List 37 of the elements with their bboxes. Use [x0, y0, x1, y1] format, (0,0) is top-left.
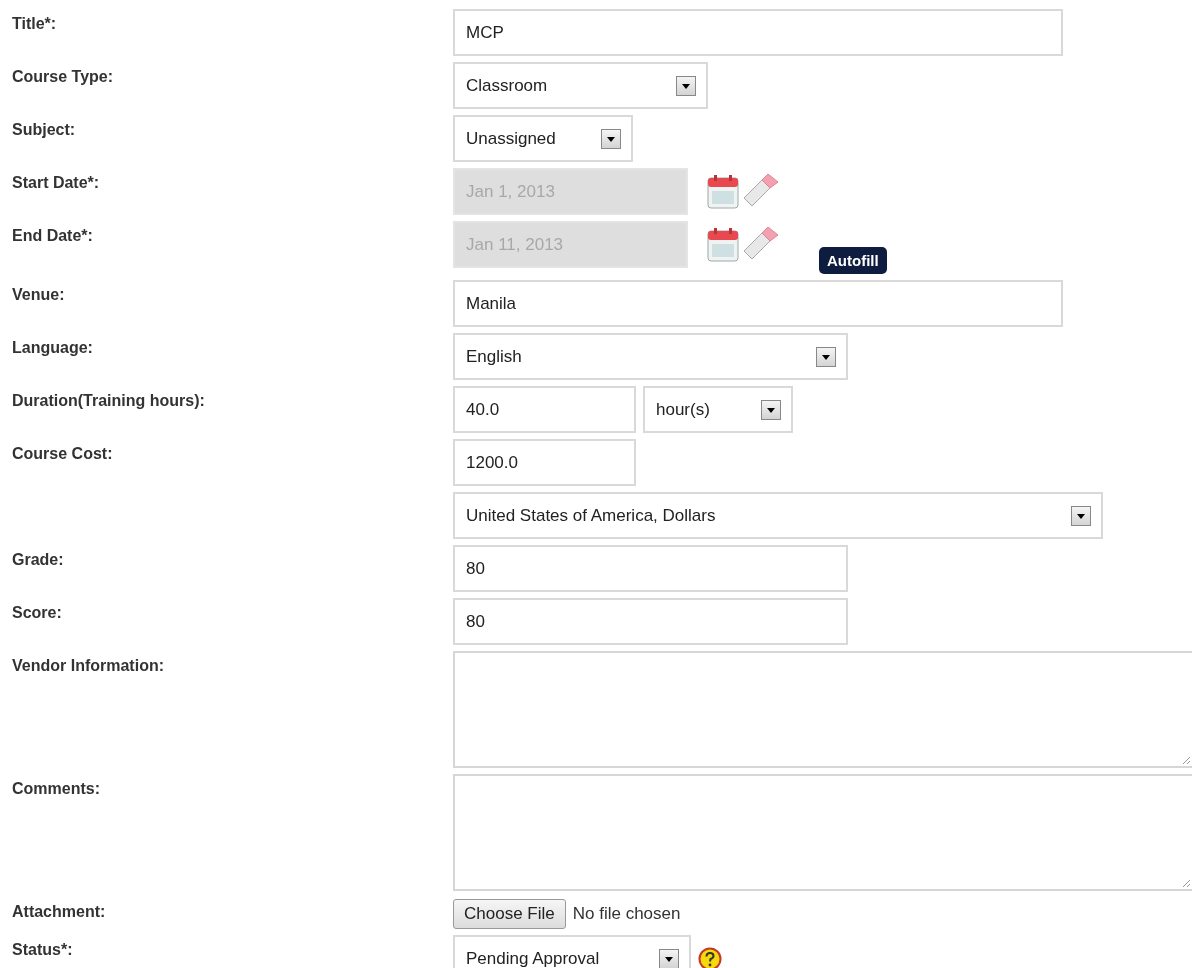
calendar-icon[interactable]	[707, 228, 739, 262]
field-label: Grade:	[12, 551, 64, 568]
text-field[interactable]: Manila	[453, 280, 1063, 327]
calendar-icon[interactable]	[707, 175, 739, 209]
field-label: Subject:	[12, 121, 76, 138]
field-label: Duration(Training hours):	[12, 392, 205, 409]
file-status: No file chosen	[572, 904, 681, 924]
choose-file-button[interactable]: Choose File	[453, 899, 566, 929]
field-label: End Date*:	[12, 227, 93, 244]
dropdown[interactable]: Pending Approval	[453, 935, 691, 968]
dropdown[interactable]: United States of America, Dollars	[453, 492, 1103, 539]
text-area[interactable]	[453, 774, 1192, 891]
tooltip: Autofill	[819, 247, 887, 274]
resize-grip-icon[interactable]	[1181, 878, 1191, 888]
dropdown[interactable]: Classroom	[453, 62, 708, 109]
text-area[interactable]	[453, 651, 1192, 768]
text-field[interactable]: 80	[453, 545, 848, 592]
field-label: Language:	[12, 339, 93, 356]
dropdown[interactable]: Unassigned	[453, 115, 633, 162]
dropdown[interactable]: English	[453, 333, 848, 380]
resize-grip-icon[interactable]	[1181, 755, 1191, 765]
dropdown[interactable]: hour(s)	[643, 386, 793, 433]
field-label: Comments:	[12, 780, 100, 797]
text-field[interactable]: 80	[453, 598, 848, 645]
text-field[interactable]: MCP	[453, 9, 1063, 56]
field-label: Attachment:	[12, 903, 106, 920]
field-label: Score:	[12, 604, 62, 621]
help-icon[interactable]	[698, 947, 722, 968]
field-label: Vendor Information:	[12, 657, 164, 674]
text-field[interactable]: 1200.0	[453, 439, 636, 486]
field-label: Course Cost:	[12, 445, 113, 462]
field-label: Status*:	[12, 941, 73, 958]
text-field[interactable]: 40.0	[453, 386, 636, 433]
field-label: Course Type:	[12, 68, 114, 85]
field-label: Venue:	[12, 286, 65, 303]
field-label: Start Date*:	[12, 174, 100, 191]
field-label: Title*:	[12, 15, 57, 32]
